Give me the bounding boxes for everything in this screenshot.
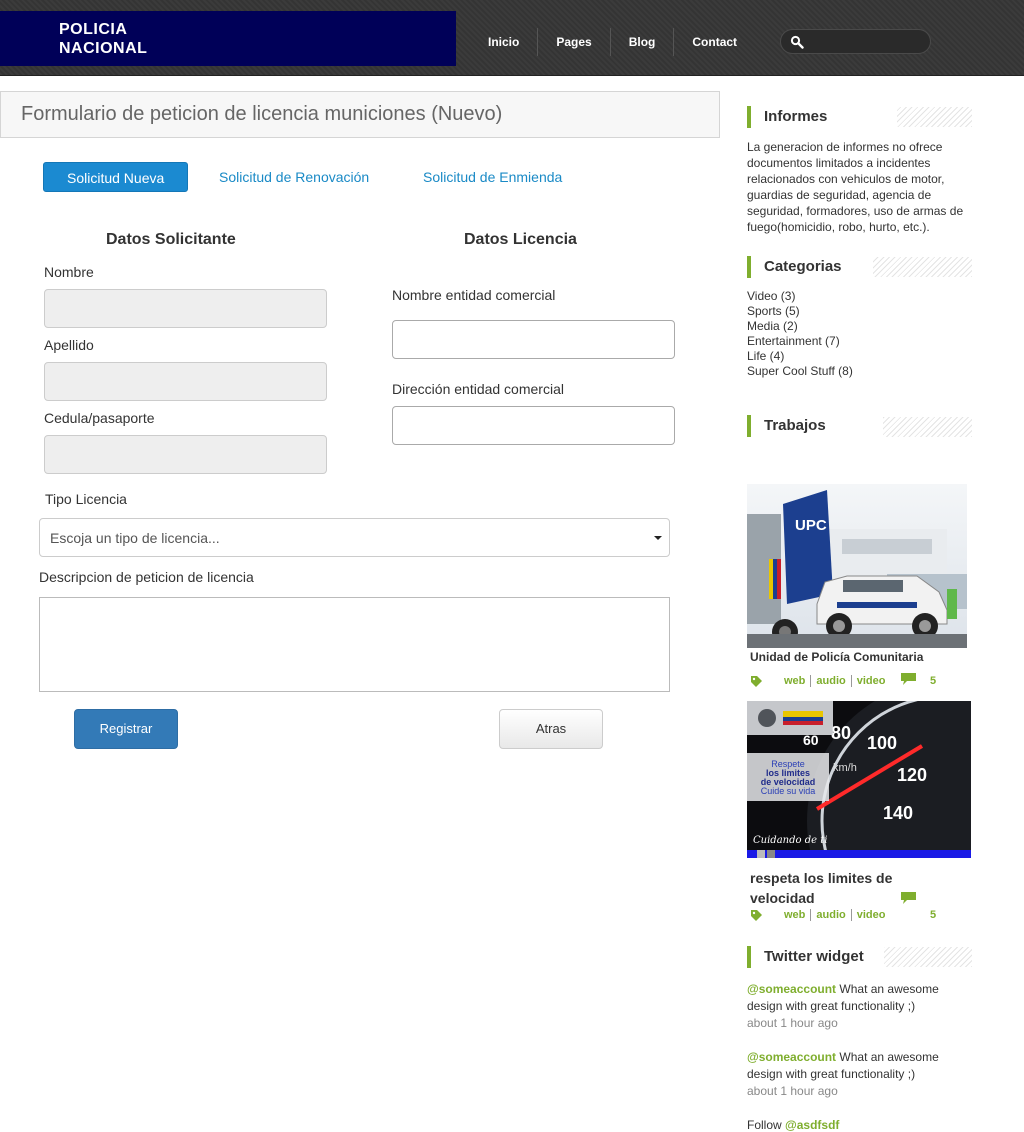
nombre-field[interactable] [44,289,327,328]
category-item[interactable]: Sports (5) [747,304,853,319]
site-logo[interactable]: POLICIA NACIONAL [0,11,456,66]
apellido-label: Apellido [44,337,94,353]
registrar-button[interactable]: Registrar [74,709,178,749]
tab-solicitud-enmienda[interactable]: Solicitud de Enmienda [423,162,562,192]
upc-sign-text: UPC [795,517,827,534]
top-bar: POLICIA NACIONAL Inicio Pages Blog Conta… [0,0,1024,76]
hatch-decoration [883,417,972,437]
category-item[interactable]: Life (4) [747,349,853,364]
page-title: Formulario de peticion de licencia munic… [21,103,503,125]
speed-image-line-4: Cuide su vida [761,786,816,796]
category-list: Video (3) Sports (5) Media (2) Entertain… [747,289,853,379]
category-item[interactable]: Super Cool Stuff (8) [747,364,853,379]
svg-text:120: 120 [897,765,927,785]
tab-solicitud-nueva[interactable]: Solicitud Nueva [43,162,189,192]
informes-text: La generacion de informes no ofrece docu… [747,140,964,234]
trabajos-title: Trabajos [747,415,826,437]
license-heading: Datos Licencia [464,231,577,248]
nav-contact[interactable]: Contact [674,28,755,56]
follow-line: Follow @asdfsdf [747,1117,977,1132]
nombre-label: Nombre [44,264,94,280]
descripcion-label: Descripcion de peticion de licencia [39,569,254,585]
applicant-heading: Datos Solicitante [106,231,236,248]
search-box [780,29,931,54]
informes-title: Informes [747,106,827,128]
hatch-decoration [897,107,972,127]
entidad-label: Nombre entidad comercial [392,287,556,303]
tag-link-audio[interactable]: audio [811,909,852,921]
tag-link-web[interactable]: web [779,675,812,687]
tweet-account-link[interactable]: @someaccount [747,982,836,996]
svg-text:80: 80 [831,723,851,743]
tweet-time: about 1 hour ago [747,1016,838,1030]
tag-link-video[interactable]: video [852,909,891,921]
tab-solicitud-renovacion[interactable]: Solicitud de Renovación [219,162,369,192]
twitter-title: Twitter widget [747,946,864,968]
tweet-time: about 1 hour ago [747,1084,838,1098]
tipo-licencia-select[interactable]: Escoja un tipo de licencia... [39,518,670,557]
nav-inicio[interactable]: Inicio [470,28,539,56]
tag-link-audio[interactable]: audio [811,675,852,687]
tipo-licencia-label: Tipo Licencia [45,491,127,507]
tweet: @someaccount What an awesome design with… [747,981,977,1032]
comment-count[interactable]: 5 [930,675,936,687]
direccion-field[interactable] [392,406,675,445]
tweet: @someaccount What an awesome design with… [747,1049,977,1100]
speed-limit-image[interactable]: 80 100 120 140 60 km/h Respete los limit… [747,701,971,858]
hatch-decoration [884,947,972,967]
follow-prefix: Follow [747,1118,786,1132]
logo-line-1: POLICIA [59,21,128,38]
svg-text:km/h: km/h [833,762,857,774]
main-nav: Inicio Pages Blog Contact [470,28,755,56]
direccion-label: Dirección entidad comercial [392,381,564,397]
comment-count[interactable]: 5 [930,909,936,921]
work-title[interactable]: Unidad de Policía Comunitaria [750,650,923,664]
search-input[interactable] [809,33,924,51]
svg-text:100: 100 [867,733,897,753]
tag-link-web[interactable]: web [779,909,812,921]
upc-station-image[interactable]: UPC [747,484,967,648]
page-title-box: Formulario de peticion de licencia munic… [0,91,720,138]
tipo-licencia-value: Escoja un tipo de licencia... [50,530,220,546]
category-item[interactable]: Video (3) [747,289,853,304]
nav-blog[interactable]: Blog [611,28,675,56]
apellido-field[interactable] [44,362,327,401]
logo-text: POLICIA NACIONAL [59,20,147,58]
svg-text:140: 140 [883,803,913,823]
comment-icon [901,892,916,904]
logo-line-2: NACIONAL [59,40,148,57]
cedula-field[interactable] [44,435,327,474]
categorias-title: Categorias [747,256,842,278]
atras-button[interactable]: Atras [499,709,603,749]
tag-icon [751,909,762,921]
cedula-label: Cedula/pasaporte [44,410,155,426]
search-icon[interactable] [790,35,804,49]
work-meta: web audio video 5 [750,672,936,690]
tag-icon [751,675,762,687]
tag-link-video[interactable]: video [852,675,891,687]
comment-icon [901,673,916,685]
speed-image-caption: Cuidando de ti [753,835,827,846]
nav-pages[interactable]: Pages [538,28,611,56]
descripcion-textarea[interactable] [39,597,670,692]
caret-down-icon [654,536,662,540]
hatch-decoration [873,257,972,277]
tweet-account-link[interactable]: @someaccount [747,1050,836,1064]
entidad-field[interactable] [392,320,675,359]
category-item[interactable]: Media (2) [747,319,853,334]
work-meta: web audio video 5 [750,906,936,924]
category-item[interactable]: Entertainment (7) [747,334,853,349]
follow-account-link[interactable]: @asdfsdf [785,1118,839,1132]
